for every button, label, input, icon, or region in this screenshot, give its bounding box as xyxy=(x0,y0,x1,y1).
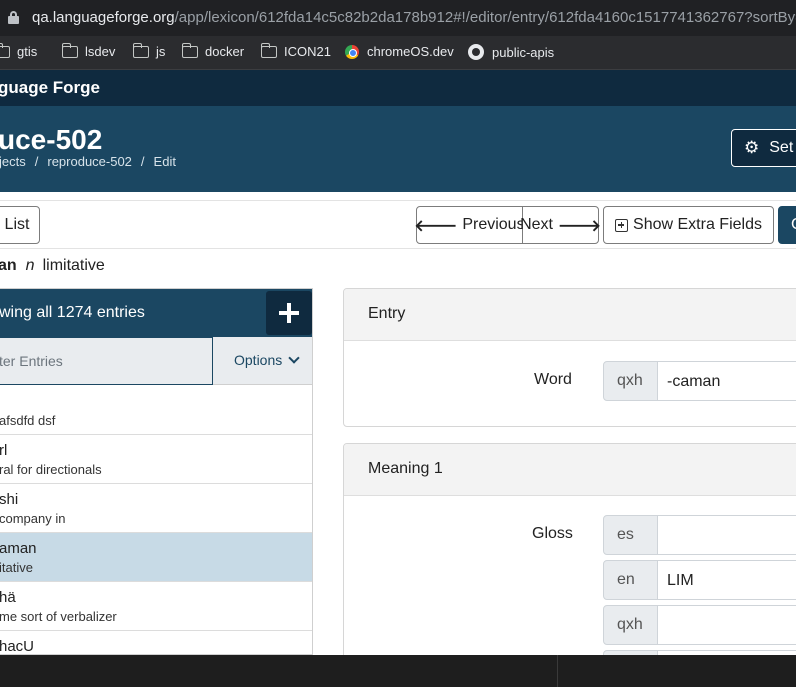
gloss-ws-tag: es xyxy=(603,515,658,555)
add-entry-button[interactable] xyxy=(266,291,312,335)
list-item[interactable]: hä me sort of verbalizer xyxy=(0,582,312,631)
bottom-bar xyxy=(0,655,796,687)
list-item[interactable]: hacU xyxy=(0,631,312,654)
filter-entries-input[interactable]: ter Entries xyxy=(0,337,213,385)
breadcrumb-projects[interactable]: jects xyxy=(0,154,26,169)
entry-section-title: Entry xyxy=(344,289,796,341)
gloss-ws-tag: qxh xyxy=(603,605,658,645)
plus-square-icon xyxy=(615,218,629,232)
lock-icon xyxy=(8,11,19,24)
word-input[interactable]: -caman xyxy=(657,361,796,401)
breadcrumb-edit: Edit xyxy=(153,154,176,169)
gloss-input-es[interactable] xyxy=(657,515,796,555)
list-item[interactable]: rl ral for directionals xyxy=(0,435,312,484)
entry-count-label: wing all 1274 entries xyxy=(0,304,145,321)
folder-icon xyxy=(181,42,198,58)
show-extra-fields-button[interactable]: Show Extra Fields xyxy=(603,206,774,244)
list-button[interactable]: List xyxy=(0,206,40,244)
entry-summary: an n limitative xyxy=(0,257,105,274)
chromeos-icon xyxy=(345,44,359,59)
list-item[interactable]: shi company in xyxy=(0,484,312,533)
bookmark-public-apis[interactable]: public-apis xyxy=(468,44,554,60)
word-ws-tag: qxh xyxy=(603,361,658,401)
bookmarks-bar: gtis lsdev js docker ICON21 chromeOS.dev… xyxy=(0,36,796,70)
gloss-input-en[interactable]: LIM xyxy=(657,560,796,600)
bookmark-gtis[interactable]: gtis xyxy=(0,42,37,59)
arrow-left-icon: 🡐 xyxy=(414,217,458,235)
bookmark-js[interactable]: js xyxy=(132,42,165,59)
editor-toolbar: List 🡐Previous Next🡒 Show Extra Fields C xyxy=(0,200,796,249)
comments-button[interactable]: C xyxy=(778,206,796,244)
divider xyxy=(557,655,558,687)
previous-button[interactable]: 🡐 Previous xyxy=(414,206,525,244)
breadcrumb-project[interactable]: reproduce-502 xyxy=(47,154,132,169)
project-header: uce-502 jects / reproduce-502/Edit ⚙ Set xyxy=(0,106,796,192)
bookmark-icon21[interactable]: ICON21 xyxy=(260,42,331,59)
folder-icon xyxy=(0,42,10,58)
folder-icon xyxy=(260,42,277,58)
entry-list-header: wing all 1274 entries xyxy=(0,289,312,337)
github-icon xyxy=(468,44,484,60)
folder-icon xyxy=(61,42,78,58)
breadcrumb: jects / reproduce-502/Edit xyxy=(0,154,176,169)
settings-button[interactable]: ⚙ Set xyxy=(731,129,796,167)
url-text[interactable]: qa.languageforge.org/app/lexicon/612fda1… xyxy=(32,9,796,26)
options-dropdown[interactable]: Options xyxy=(234,352,300,368)
entry-list-panel: wing all 1274 entries ter Entries Option… xyxy=(0,288,313,655)
list-item-selected[interactable]: aman itative xyxy=(0,533,312,582)
gloss-label: Gloss xyxy=(532,525,573,542)
entry-card: Entry xyxy=(343,288,796,427)
bookmark-lsdev[interactable]: lsdev xyxy=(61,42,115,59)
word-label: Word xyxy=(534,371,572,388)
app-navbar: guage Forge xyxy=(0,70,796,106)
list-item[interactable]: afsdfd dsf xyxy=(0,386,312,435)
next-button[interactable]: Next 🡒 xyxy=(520,206,601,244)
browser-address-bar[interactable]: qa.languageforge.org/app/lexicon/612fda1… xyxy=(0,0,796,36)
bookmark-docker[interactable]: docker xyxy=(181,42,244,59)
app-brand[interactable]: guage Forge xyxy=(0,78,100,98)
gloss-ws-tag: en xyxy=(603,560,658,600)
bookmark-chromeos-dev[interactable]: chromeOS.dev xyxy=(345,44,454,59)
folder-icon xyxy=(132,42,149,58)
gloss-input-qxh[interactable] xyxy=(657,605,796,645)
chevron-down-icon xyxy=(288,352,300,364)
meaning-section-title: Meaning 1 xyxy=(344,444,796,496)
project-title: uce-502 xyxy=(0,124,103,155)
gear-icon: ⚙ xyxy=(744,138,760,157)
filter-row: ter Entries Options xyxy=(0,337,312,385)
arrow-right-icon: 🡒 xyxy=(558,217,601,235)
